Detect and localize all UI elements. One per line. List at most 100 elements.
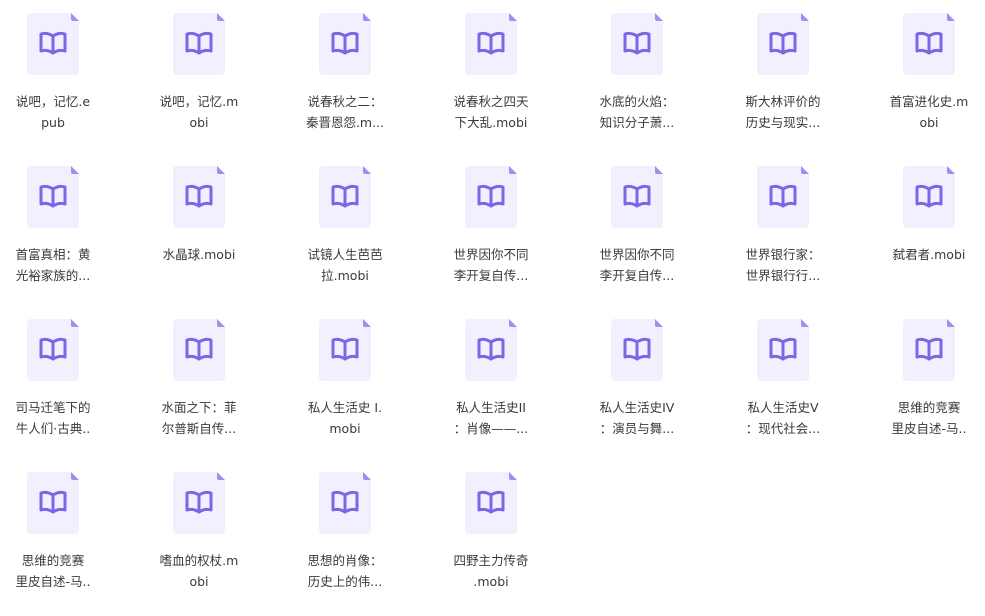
ebook-file-icon: [611, 319, 663, 381]
file-name-line: 里皮自述-马..: [15, 574, 91, 589]
file-item[interactable]: 斯大林评价的 历史与现实...: [730, 0, 876, 150]
file-name-line: 说春秋之四天: [453, 94, 529, 109]
file-item[interactable]: 嗜血的权杖.m obi: [146, 459, 292, 609]
ebook-file-icon: [173, 319, 225, 381]
ebook-file-icon: [319, 166, 371, 228]
file-item[interactable]: 思维的竞赛 里皮自述-马..: [876, 306, 985, 456]
file-name-line: 弑君者.mobi: [892, 247, 966, 262]
file-item[interactable]: 私人生活史V ：现代社会...: [730, 306, 876, 456]
file-name-line: 世界因你不同: [453, 247, 529, 262]
file-name-line: 水底的火焰：: [599, 94, 675, 109]
file-name-line: 斯大林评价的: [745, 94, 821, 109]
file-name-line: 说吧，记忆.m: [159, 94, 239, 109]
file-name-line: 说吧，记忆.e: [15, 94, 91, 109]
file-name-label: 首富真相：黄 光裕家族的...: [0, 244, 106, 286]
ebook-file-icon: [465, 166, 517, 228]
file-name-label: 水底的火焰： 知识分子萧...: [584, 91, 690, 133]
file-item[interactable]: 水晶球.mobi: [146, 153, 292, 303]
file-item[interactable]: 司马迁笔下的 牛人们·古典..: [0, 306, 146, 456]
file-name-line: 李开复自传...: [599, 268, 675, 283]
file-item[interactable]: 世界因你不同 李开复自传...: [584, 153, 730, 303]
file-name-line: mobi: [329, 421, 361, 436]
file-name-line: 嗜血的权杖.m: [159, 553, 239, 568]
file-name-line: 思维的竞赛: [21, 553, 85, 568]
file-name-line: pub: [41, 115, 65, 130]
file-item[interactable]: 说吧，记忆.e pub: [0, 0, 146, 150]
file-name-line: 拉.mobi: [321, 268, 369, 283]
ebook-file-icon: [27, 472, 79, 534]
ebook-file-icon: [903, 166, 955, 228]
ebook-file-icon: [903, 319, 955, 381]
ebook-file-icon: [757, 13, 809, 75]
file-item[interactable]: 思维的竞赛里皮自述-马..: [0, 459, 146, 609]
ebook-file-icon: [27, 166, 79, 228]
ebook-file-icon: [757, 166, 809, 228]
file-item[interactable]: 首富真相：黄 光裕家族的...: [0, 153, 146, 303]
file-name-line: obi: [189, 115, 209, 130]
file-name-line: .mobi: [473, 574, 509, 589]
file-item[interactable]: 世界因你不同 李开复自传...: [438, 153, 584, 303]
ebook-file-icon: [173, 472, 225, 534]
ebook-file-icon: [27, 13, 79, 75]
ebook-file-icon: [465, 13, 517, 75]
file-name-line: obi: [189, 574, 209, 589]
file-name-label: 司马迁笔下的 牛人们·古典..: [0, 397, 106, 439]
file-item[interactable]: 私人生活史 I. mobi: [292, 306, 438, 456]
file-name-line: 司马迁笔下的: [15, 400, 91, 415]
file-name-line: 牛人们·古典..: [15, 421, 91, 436]
file-name-line: 私人生活史IV: [599, 400, 675, 415]
file-name-label: 世界因你不同 李开复自传...: [584, 244, 690, 286]
file-item[interactable]: 首富进化史.m obi: [876, 0, 985, 150]
file-name-label: 思维的竞赛 里皮自述-马..: [876, 397, 982, 439]
file-item[interactable]: 思想的肖像： 历史上的伟...: [292, 459, 438, 609]
file-item[interactable]: 世界银行家： 世界银行行...: [730, 153, 876, 303]
file-name-line: 思想的肖像：: [307, 553, 383, 568]
file-name-line: obi: [919, 115, 939, 130]
file-name-label: 首富进化史.m obi: [876, 91, 982, 133]
file-name-line: 秦晋恩怨.m...: [305, 115, 385, 130]
ebook-file-icon: [757, 319, 809, 381]
file-grid: 说吧，记忆.e pub 说吧，记忆.m obi 说春秋之二： 秦晋恩怨.m... 说春秋之四…: [0, 0, 985, 616]
file-name-line: 世界因你不同: [599, 247, 675, 262]
file-item[interactable]: 试镜人生芭芭 拉.mobi: [292, 153, 438, 303]
file-name-line: 下大乱.mobi: [454, 115, 528, 130]
file-name-label: 私人生活史IV ：演员与舞...: [584, 397, 690, 439]
file-name-label: 私人生活史V ：现代社会...: [730, 397, 836, 439]
file-name-label: 四野主力传奇 .mobi: [438, 550, 544, 592]
ebook-file-icon: [319, 13, 371, 75]
file-name-line: 尔普斯自传...: [161, 421, 237, 436]
ebook-file-icon: [465, 319, 517, 381]
file-item[interactable]: 私人生活史II ：肖像——...: [438, 306, 584, 456]
file-item[interactable]: 说春秋之四天 下大乱.mobi: [438, 0, 584, 150]
file-name-line: ：现代社会...: [745, 421, 821, 436]
ebook-file-icon: [465, 472, 517, 534]
file-item[interactable]: 说吧，记忆.m obi: [146, 0, 292, 150]
file-name-line: 说春秋之二：: [307, 94, 383, 109]
ebook-file-icon: [903, 13, 955, 75]
file-name-line: 私人生活史II: [456, 400, 526, 415]
file-item[interactable]: 说春秋之二： 秦晋恩怨.m...: [292, 0, 438, 150]
file-item[interactable]: 水底的火焰： 知识分子萧...: [584, 0, 730, 150]
file-name-label: 思维的竞赛里皮自述-马..: [0, 550, 106, 592]
file-name-line: 水晶球.mobi: [162, 247, 236, 262]
file-item[interactable]: 水面之下：菲 尔普斯自传...: [146, 306, 292, 456]
ebook-file-icon: [27, 319, 79, 381]
file-name-line: 思维的竞赛: [897, 400, 961, 415]
file-name-label: 世界因你不同 李开复自传...: [438, 244, 544, 286]
ebook-file-icon: [173, 13, 225, 75]
file-name-line: 知识分子萧...: [599, 115, 675, 130]
file-name-label: 说春秋之四天 下大乱.mobi: [438, 91, 544, 133]
ebook-file-icon: [611, 166, 663, 228]
file-name-line: 李开复自传...: [453, 268, 529, 283]
file-name-label: 思想的肖像： 历史上的伟...: [292, 550, 398, 592]
file-name-line: 历史上的伟...: [307, 574, 383, 589]
file-item[interactable]: 四野主力传奇 .mobi: [438, 459, 584, 609]
file-name-line: 光裕家族的...: [15, 268, 91, 283]
file-name-label: 斯大林评价的 历史与现实...: [730, 91, 836, 133]
file-name-label: 水面之下：菲 尔普斯自传...: [146, 397, 252, 439]
ebook-file-icon: [173, 166, 225, 228]
file-item[interactable]: 私人生活史IV ：演员与舞...: [584, 306, 730, 456]
file-name-line: 私人生活史 I.: [307, 400, 383, 415]
file-name-label: 水晶球.mobi: [146, 244, 252, 265]
file-item[interactable]: 弑君者.mobi: [876, 153, 985, 303]
